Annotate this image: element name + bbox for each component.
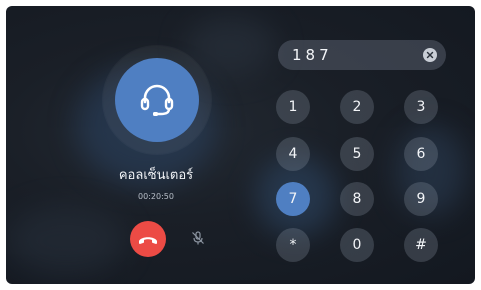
key-2[interactable]: 2 (340, 90, 374, 124)
phone-hangup-icon (139, 237, 157, 244)
key-6[interactable]: 6 (404, 137, 438, 171)
key-star[interactable]: * (276, 228, 310, 262)
dialed-number: 187 (292, 46, 333, 64)
key-1[interactable]: 1 (276, 90, 310, 124)
call-duration: 00:20:50 (138, 192, 174, 201)
key-5[interactable]: 5 (340, 137, 374, 171)
key-4[interactable]: 4 (276, 137, 310, 171)
background-blur (6, 206, 126, 276)
caller-name: คอลเซ็นเตอร์ (118, 168, 194, 183)
clear-icon (426, 51, 434, 59)
key-0[interactable]: 0 (340, 228, 374, 262)
mute-button[interactable] (189, 229, 207, 247)
key-3[interactable]: 3 (404, 90, 438, 124)
headset-icon (140, 84, 174, 116)
dial-number-field[interactable]: 187 (278, 40, 446, 70)
key-8[interactable]: 8 (340, 182, 374, 216)
mic-off-icon (192, 231, 204, 245)
call-screen: คอลเซ็นเตอร์ 00:20:50 187 1 2 3 4 5 6 7 (6, 6, 475, 284)
key-hash[interactable]: # (404, 228, 438, 262)
avatar (115, 58, 199, 142)
hangup-button[interactable] (130, 221, 166, 257)
key-9[interactable]: 9 (404, 182, 438, 216)
key-7[interactable]: 7 (276, 182, 310, 216)
clear-button[interactable] (423, 48, 437, 62)
